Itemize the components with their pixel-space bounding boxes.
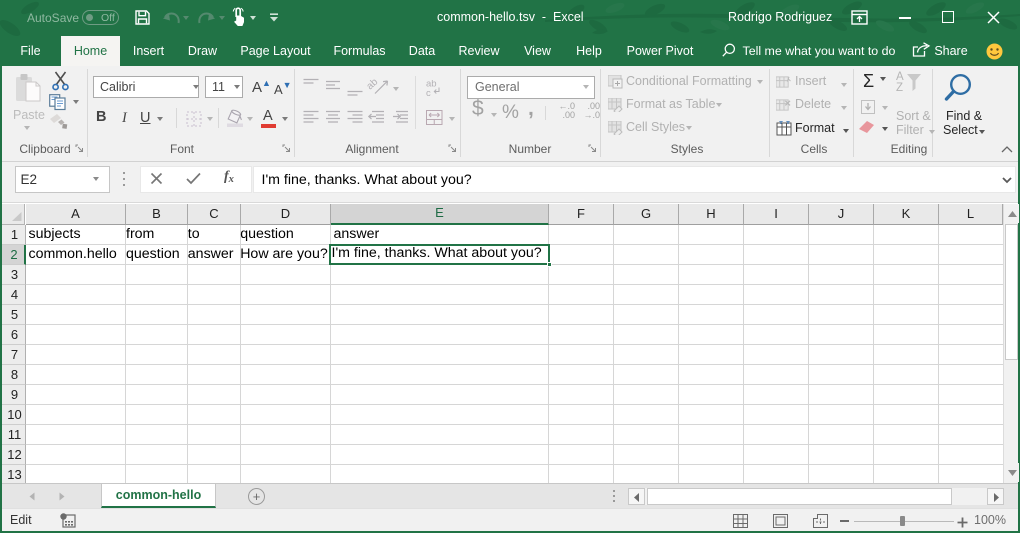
- svg-text:c: c: [426, 88, 431, 99]
